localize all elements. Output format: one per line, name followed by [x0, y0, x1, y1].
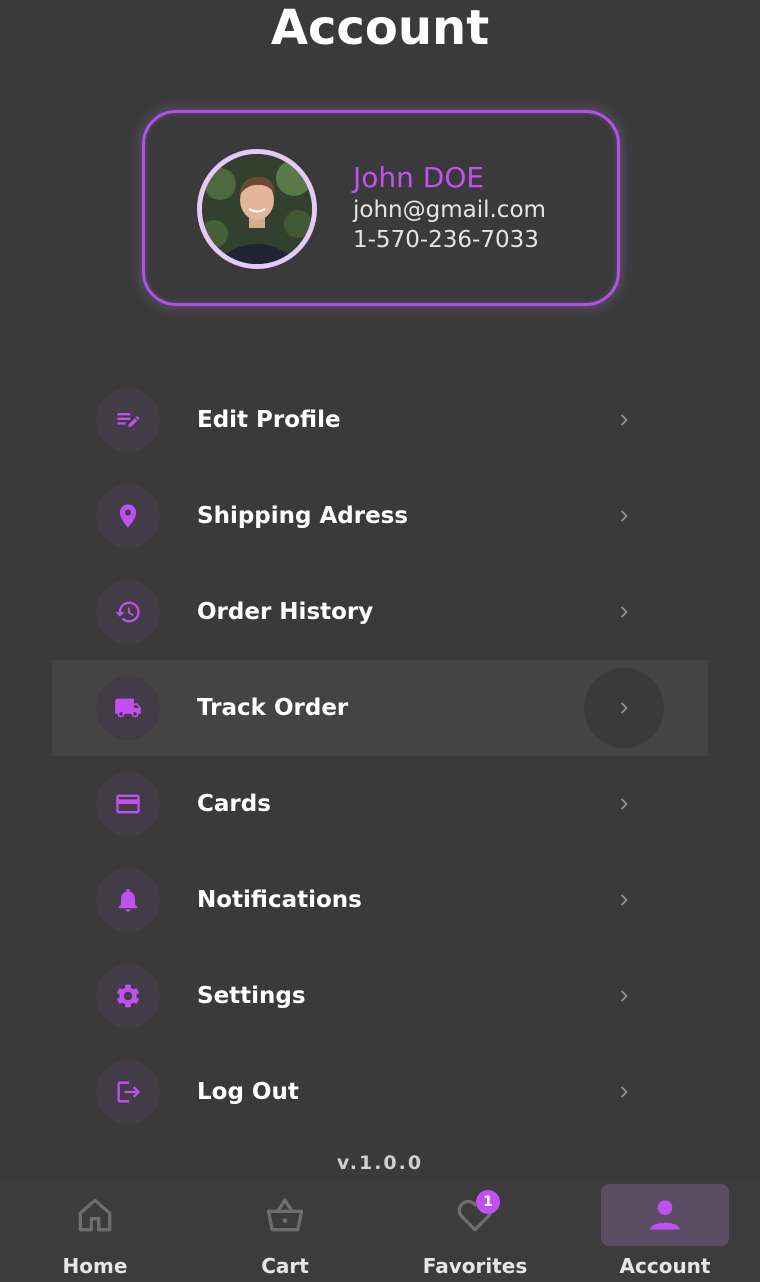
history-icon — [96, 580, 160, 644]
nav-label: Cart — [261, 1254, 309, 1278]
basket-icon — [266, 1197, 304, 1232]
logout-icon — [96, 1060, 160, 1124]
chevron-right-icon — [584, 764, 664, 844]
bottom-nav: Home Cart 1 Favorites Account — [0, 1182, 760, 1282]
menu-item-label: Settings — [197, 983, 306, 1009]
menu-item-cards[interactable]: Cards — [52, 756, 708, 852]
chevron-right-icon — [584, 572, 664, 652]
chevron-right-icon — [584, 1052, 664, 1132]
chevron-right-icon — [584, 476, 664, 556]
edit-note-icon — [96, 388, 160, 452]
menu-item-label: Cards — [197, 791, 271, 817]
account-menu: Edit Profile Shipping Adress Order Histo… — [52, 372, 708, 1140]
nav-label: Favorites — [422, 1254, 528, 1278]
menu-item-label: Log Out — [197, 1079, 299, 1105]
profile-phone: 1-570-236-7033 — [353, 227, 539, 253]
avatar-photo — [202, 154, 312, 264]
profile-info: John DOE john@gmail.com 1-570-236-7033 — [353, 161, 546, 255]
profile-card[interactable]: John DOE john@gmail.com 1-570-236-7033 — [142, 110, 620, 306]
gear-icon — [96, 964, 160, 1028]
nav-item-home[interactable]: Home — [0, 1182, 190, 1282]
chevron-right-icon — [584, 956, 664, 1036]
chevron-right-icon — [584, 380, 664, 460]
menu-item-track-order[interactable]: Track Order — [52, 660, 708, 756]
chevron-right-icon — [584, 860, 664, 940]
nav-label: Account — [619, 1254, 711, 1278]
favorites-count-badge: 1 — [476, 1190, 500, 1214]
nav-item-favorites[interactable]: 1 Favorites — [380, 1182, 570, 1282]
nav-item-cart[interactable]: Cart — [190, 1182, 380, 1282]
credit-card-icon — [96, 772, 160, 836]
menu-item-label: Shipping Adress — [197, 503, 409, 529]
page-title: Account — [270, 0, 490, 56]
nav-item-account[interactable]: Account — [570, 1182, 760, 1282]
menu-item-notifications[interactable]: Notifications — [52, 852, 708, 948]
app-version: v.1.0.0 — [336, 1152, 424, 1174]
menu-item-order-history[interactable]: Order History — [52, 564, 708, 660]
menu-item-label: Edit Profile — [197, 407, 341, 433]
person-icon — [650, 1200, 680, 1230]
truck-icon — [96, 676, 160, 740]
menu-item-shipping-address[interactable]: Shipping Adress — [52, 468, 708, 564]
location-pin-icon — [96, 484, 160, 548]
profile-name: John DOE — [353, 161, 485, 194]
bell-icon — [96, 868, 160, 932]
menu-item-settings[interactable]: Settings — [52, 948, 708, 1044]
menu-item-label: Notifications — [197, 887, 362, 913]
menu-item-log-out[interactable]: Log Out — [52, 1044, 708, 1140]
chevron-right-icon — [584, 668, 664, 748]
menu-item-label: Order History — [197, 599, 374, 625]
menu-item-edit-profile[interactable]: Edit Profile — [52, 372, 708, 468]
avatar — [197, 149, 317, 269]
menu-item-label: Track Order — [197, 695, 349, 721]
home-icon — [78, 1198, 112, 1232]
nav-label: Home — [62, 1254, 128, 1278]
profile-email: john@gmail.com — [353, 197, 546, 223]
